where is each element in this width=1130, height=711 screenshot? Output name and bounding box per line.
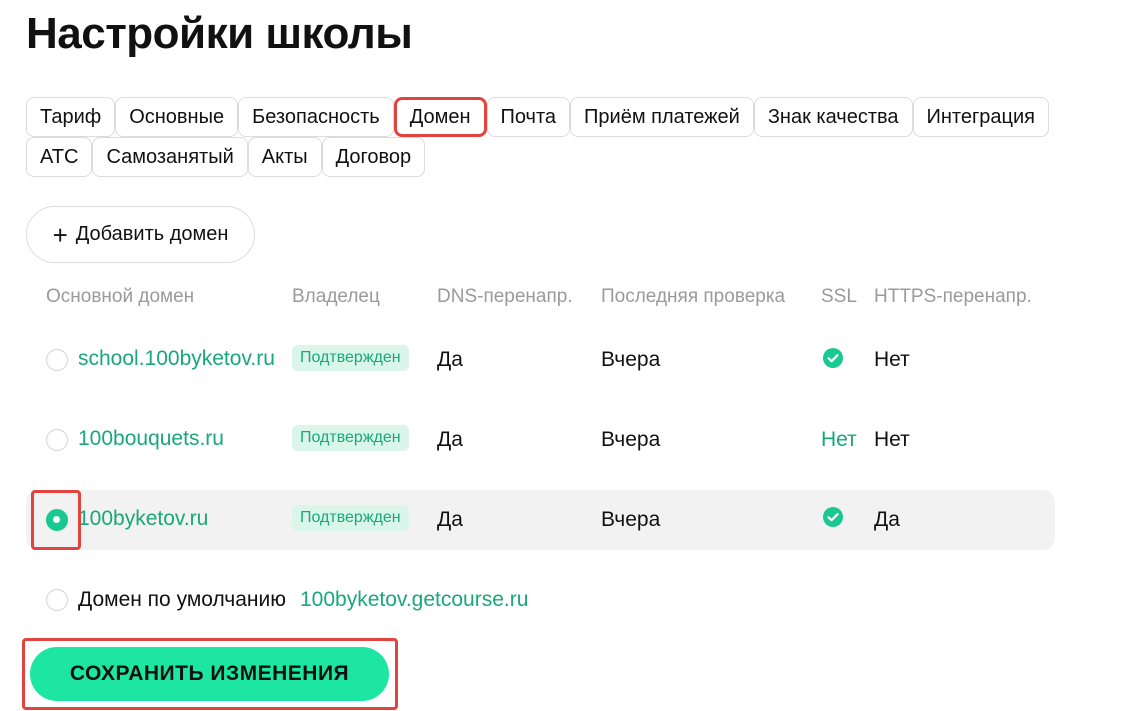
domain-radio[interactable] — [46, 349, 68, 371]
tab-self-employed[interactable]: Самозанятый — [92, 137, 248, 177]
ssl-value[interactable]: Нет — [821, 428, 857, 452]
dns-value: Да — [437, 348, 463, 371]
settings-tabs: Тариф Основные Безопасность Домен Почта … — [26, 97, 1106, 177]
tab-row-1: Тариф Основные Безопасность Домен Почта … — [26, 97, 1106, 137]
check-circle-icon — [823, 348, 843, 368]
default-domain-radio[interactable] — [46, 589, 68, 611]
dns-value: Да — [437, 428, 463, 451]
tab-row-2: АТС Самозанятый Акты Договор — [26, 137, 1106, 177]
owner-status-badge: Подтвержден — [292, 425, 409, 451]
last-check-value: Вчера — [601, 348, 661, 371]
domain-link[interactable]: 100bouquets.ru — [78, 427, 224, 451]
domain-link[interactable]: school.100byketov.ru — [78, 347, 275, 371]
https-value: Нет — [874, 428, 910, 451]
header-https: HTTPS-перенапр. — [874, 286, 1032, 307]
header-owner: Владелец — [292, 286, 380, 307]
tab-acts[interactable]: Акты — [247, 137, 322, 177]
header-domain: Основной домен — [46, 286, 195, 307]
tab-payments[interactable]: Приём платежей — [570, 97, 754, 137]
table-row-selected: 100byketov.ru Подтвержден Да Вчера Да — [26, 490, 1055, 550]
domain-link[interactable]: 100byketov.ru — [78, 507, 208, 531]
last-check-value: Вчера — [601, 508, 661, 531]
default-domain-link[interactable]: 100byketov.getcourse.ru — [300, 588, 528, 612]
table-row: school.100byketov.ru Подтвержден Да Вчер… — [26, 330, 1055, 390]
https-value: Да — [874, 508, 900, 531]
tab-integration[interactable]: Интеграция — [912, 97, 1049, 137]
owner-status-badge: Подтвержден — [292, 505, 409, 531]
plus-icon: + — [52, 219, 68, 250]
page-title: Настройки школы — [26, 9, 413, 58]
radio-highlight-frame — [31, 490, 81, 550]
tab-contract[interactable]: Договор — [321, 137, 426, 177]
https-value: Нет — [874, 348, 910, 371]
default-domain-label: Домен по умолчанию — [78, 588, 286, 611]
owner-status-badge: Подтвержден — [292, 345, 409, 371]
domain-radio[interactable] — [46, 429, 68, 451]
add-domain-button[interactable]: + Добавить домен — [26, 206, 255, 263]
tab-domain[interactable]: Домен — [393, 97, 487, 137]
add-domain-label: Добавить домен — [75, 223, 229, 245]
tab-ats[interactable]: АТС — [26, 137, 93, 177]
save-changes-button[interactable]: СОХРАНИТЬ ИЗМЕНЕНИЯ — [30, 647, 389, 701]
tab-security[interactable]: Безопасность — [238, 97, 394, 137]
header-dns: DNS-перенапр. — [437, 286, 573, 307]
dns-value: Да — [437, 508, 463, 531]
last-check-value: Вчера — [601, 428, 661, 451]
header-last-check: Последняя проверка — [601, 286, 786, 307]
tab-main[interactable]: Основные — [115, 97, 239, 137]
tab-mail[interactable]: Почта — [486, 97, 571, 137]
tab-quality-mark[interactable]: Знак качества — [753, 97, 913, 137]
table-row: 100bouquets.ru Подтвержден Да Вчера Нет … — [26, 410, 1055, 470]
check-circle-icon — [823, 507, 843, 527]
tab-tariff[interactable]: Тариф — [26, 97, 116, 137]
header-ssl: SSL — [821, 286, 857, 307]
default-domain-row: Домен по умолчанию 100byketov.getcourse.… — [26, 570, 1055, 630]
